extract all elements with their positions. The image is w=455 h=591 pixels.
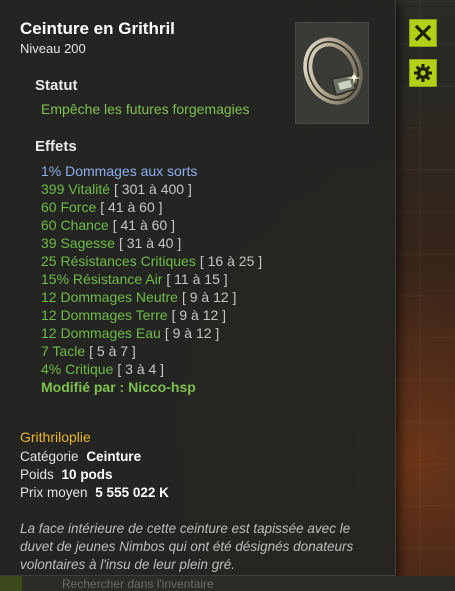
statut-heading: Statut <box>35 77 78 94</box>
effect-line: 60 Chance[ 41 à 60 ] <box>41 217 175 233</box>
effets-heading: Effets <box>35 138 77 155</box>
effect-line: 12 Dommages Neutre[ 9 à 12 ] <box>41 289 237 305</box>
effect-line: 12 Dommages Eau[ 9 à 12 ] <box>41 325 220 341</box>
weight-row: Poids 10 pods <box>20 467 113 482</box>
close-button[interactable] <box>409 19 437 47</box>
item-name: Ceinture en Grithril <box>20 19 175 38</box>
category-label: Catégorie <box>20 449 79 464</box>
effect-line: 4% Critique[ 3 à 4 ] <box>41 361 165 377</box>
item-tooltip-panel: Ceinture en Grithril Niveau 200 Statut E… <box>0 0 396 576</box>
price-label: Prix moyen <box>20 485 88 500</box>
inventory-search-placeholder: Rechercher dans l'inventaire <box>62 577 214 591</box>
effect-line: 25 Résistances Critiques[ 16 à 25 ] <box>41 253 263 269</box>
category-value: Ceinture <box>86 449 142 464</box>
effect-line: 399 Vitalité[ 301 à 400 ] <box>41 181 192 197</box>
belt-icon <box>303 37 363 105</box>
gear-icon <box>414 64 432 82</box>
effect-line: 7 Tacle[ 5 à 7 ] <box>41 343 136 359</box>
inventory-filter-icon[interactable] <box>0 576 22 591</box>
weight-value: 10 pods <box>61 467 113 482</box>
effect-line: 12 Dommages Terre[ 9 à 12 ] <box>41 307 227 323</box>
statut-text: Empêche les futures forgemagies <box>41 101 250 117</box>
item-image <box>295 22 369 124</box>
item-set-link[interactable]: Grithriloplie <box>20 429 91 445</box>
price-value: 5 555 022 K <box>95 485 169 500</box>
weight-label: Poids <box>20 467 54 482</box>
close-icon <box>414 24 432 42</box>
item-description: La face intérieure de cette ceinture est… <box>20 521 354 572</box>
settings-button[interactable] <box>409 59 437 87</box>
effect-line: 15% Résistance Air[ 11 à 15 ] <box>41 271 228 287</box>
item-level: Niveau 200 <box>20 41 86 56</box>
effect-line: 39 Sagesse[ 31 à 40 ] <box>41 235 182 251</box>
price-row: Prix moyen 5 555 022 K <box>20 485 169 500</box>
category-row: Catégorie Ceinture <box>20 449 141 464</box>
effect-line: 1% Dommages aux sorts <box>41 163 198 179</box>
modified-by: Modifié par : Nicco-hsp <box>41 379 196 395</box>
effects-list: 1% Dommages aux sorts 399 Vitalité[ 301 … <box>41 162 276 396</box>
effect-line: 60 Force[ 41 à 60 ] <box>41 199 163 215</box>
